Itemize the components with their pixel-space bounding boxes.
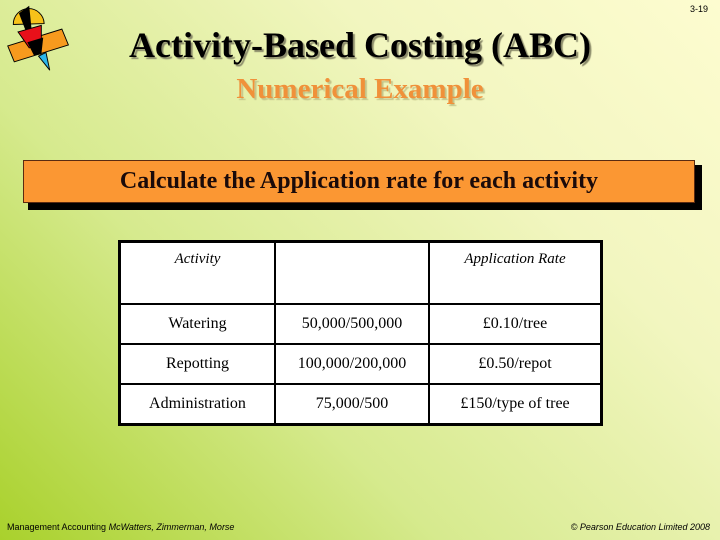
slide-number: 3-19 (689, 4, 708, 14)
header-calculation (274, 240, 430, 305)
instruction-banner: Calculate the Application rate for each … (23, 160, 695, 203)
table-row: Administration 75,000/500 £150/type of t… (118, 383, 603, 426)
footer-book-title: Management Accounting (7, 522, 107, 532)
cell-rate: £0.50/repot (428, 343, 603, 385)
cell-rate: £150/type of tree (428, 383, 603, 426)
footer-copyright: © Pearson Education Limited 2008 (570, 522, 710, 532)
slide-subtitle: Numerical Example (236, 73, 484, 105)
table-row: Repotting 100,000/200,000 £0.50/repot (118, 343, 603, 385)
cell-activity: Repotting (118, 343, 276, 385)
cell-activity: Administration (118, 383, 276, 426)
table-row: Watering 50,000/500,000 £0.10/tree (118, 303, 603, 345)
cell-activity: Watering (118, 303, 276, 345)
footer-book-credit: Management Accounting McWatters, Zimmerm… (7, 522, 234, 532)
cell-calculation: 75,000/500 (274, 383, 430, 426)
footer-authors: McWatters, Zimmerman, Morse (108, 522, 235, 532)
table-header-row: Activity Application Rate (118, 240, 603, 305)
cell-calculation: 100,000/200,000 (274, 343, 430, 385)
cell-rate: £0.10/tree (428, 303, 603, 345)
header-application-rate: Application Rate (428, 240, 603, 305)
application-rate-table: Activity Application Rate Watering 50,00… (118, 240, 603, 426)
slide-title: Activity-Based Costing (ABC) (129, 25, 591, 65)
cell-calculation: 50,000/500,000 (274, 303, 430, 345)
header-activity: Activity (118, 240, 276, 305)
